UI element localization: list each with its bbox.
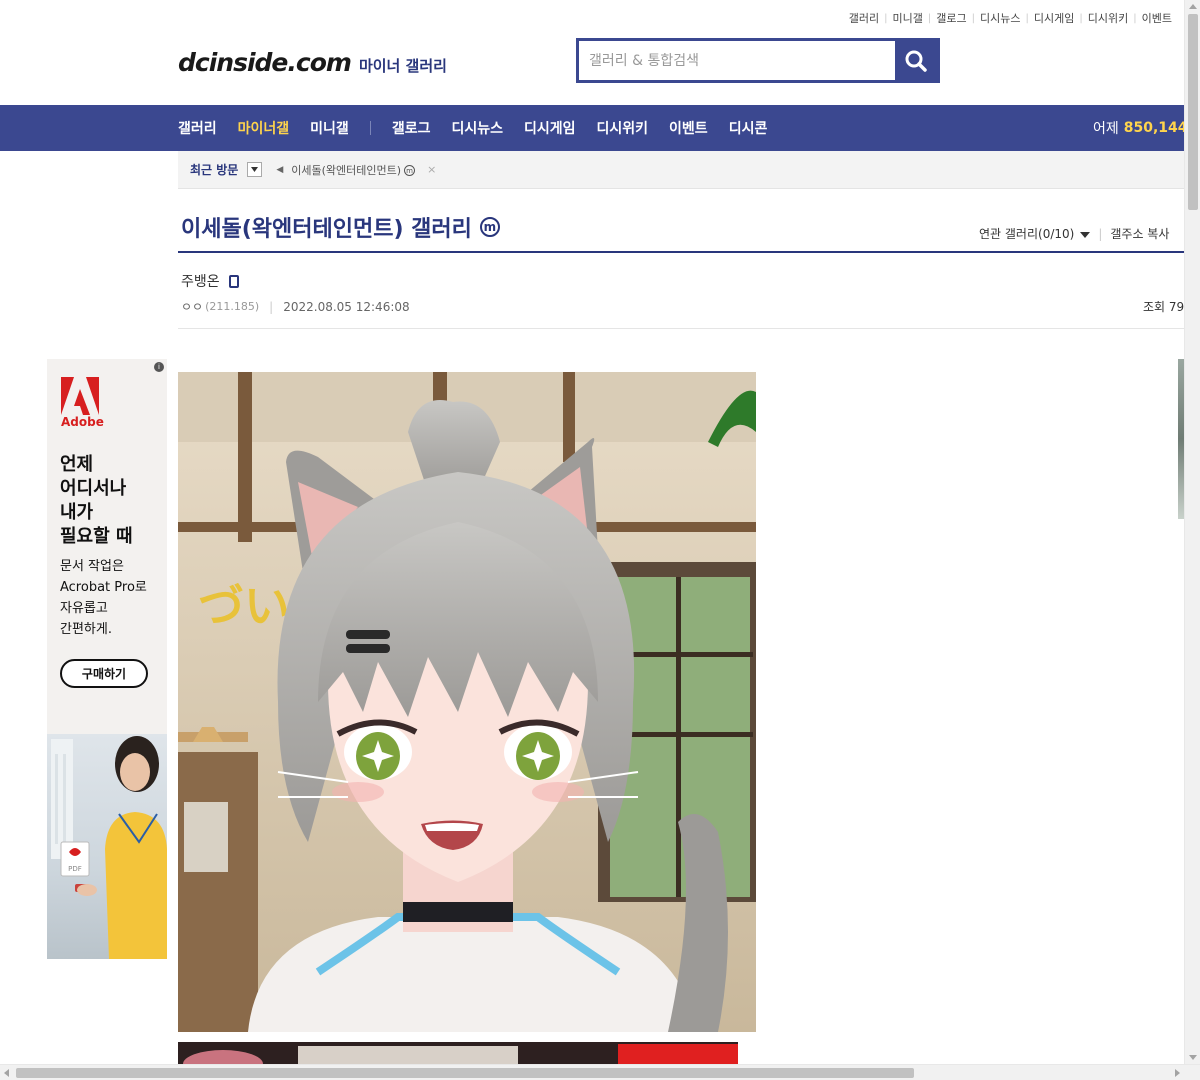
gallery-title-text[interactable]: 이세돌(왁엔터테인먼트) 갤러리	[181, 211, 472, 243]
nav-item-wiki[interactable]: 디시위키	[597, 118, 649, 138]
nav-item-dccon[interactable]: 디시콘	[729, 118, 768, 138]
site-logo[interactable]: dcinside.com 마이너 갤러리	[178, 48, 447, 77]
ad-pdf-label: PDF	[68, 865, 82, 873]
logo-subtitle[interactable]: 마이너 갤러리	[359, 55, 447, 76]
recent-visit-item-label: 이세돌(왁엔터테인먼트)	[291, 163, 402, 177]
scroll-right-arrow-icon[interactable]	[1175, 1069, 1180, 1077]
separator: |	[971, 12, 976, 24]
post-image-2-art	[178, 1042, 738, 1064]
gallery-title[interactable]: 이세돌(왁엔터테인먼트) 갤러리 m	[181, 211, 500, 243]
separator: |	[1133, 12, 1137, 24]
caret-down-icon	[251, 167, 259, 172]
nav-item-gallery[interactable]: 갤러리	[178, 118, 217, 138]
scroll-up-arrow-icon[interactable]	[1189, 4, 1197, 9]
nav-item-event[interactable]: 이벤트	[669, 118, 708, 138]
wall-text: づい	[198, 579, 290, 633]
horizontal-scroll-thumb[interactable]	[16, 1068, 914, 1078]
ad-photo: PDF	[47, 734, 167, 959]
top-link-wiki[interactable]: 디시위키	[1088, 10, 1128, 26]
nav-item-news[interactable]: 디시뉴스	[451, 118, 503, 138]
post-writer-ip: (211.185)	[205, 300, 260, 313]
search-box	[576, 38, 940, 83]
separator: |	[884, 12, 888, 24]
separator: |	[269, 299, 274, 314]
top-utility-links: 갤러리 | 미니갤 | 갤로그 | 디시뉴스 | 디시게임 | 디시위키 | 이벤트	[849, 10, 1172, 26]
post-header-divider	[178, 328, 1200, 329]
recent-visits-bar: 최근 방문 ◀ 이세돌(왁엔터테인먼트) m ×	[178, 151, 1200, 189]
horizontal-scrollbar[interactable]	[0, 1064, 1200, 1080]
top-link-minigal[interactable]: 미니갤	[893, 10, 923, 26]
related-galleries-label: 연관 갤러리(0/10)	[979, 227, 1075, 241]
scroll-left-arrow-icon[interactable]	[4, 1069, 9, 1077]
related-galleries-button[interactable]: 연관 갤러리(0/10)	[979, 225, 1091, 242]
post-date: 2022.08.05 12:46:08	[283, 299, 410, 314]
separator: |	[927, 12, 932, 24]
top-link-game[interactable]: 디시게임	[1034, 10, 1074, 26]
separator: |	[1025, 12, 1029, 24]
scroll-down-arrow-icon[interactable]	[1189, 1055, 1197, 1060]
nav-item-mini-gallery[interactable]: 미니갤	[310, 118, 349, 138]
ad-body-text: 문서 작업은 Acrobat Pro로 자유롭고 간편하게.	[60, 559, 147, 637]
ad-buy-button[interactable]: 구매하기	[60, 659, 148, 688]
nav-item-minor-gallery[interactable]: 마이너갤	[238, 118, 290, 138]
ad-brand: Adobe	[61, 415, 104, 429]
top-link-gallery[interactable]: 갤러리	[849, 10, 879, 26]
recent-visit-item[interactable]: 이세돌(왁엔터테인먼트) m	[291, 162, 416, 178]
separator: |	[1079, 12, 1083, 24]
post-meta: ㅇㅇ (211.185) | 2022.08.05 12:46:08	[181, 298, 410, 315]
top-link-gallog[interactable]: 갤로그	[936, 10, 966, 26]
nav-item-gallog[interactable]: 갤로그	[392, 118, 431, 138]
top-link-news[interactable]: 디시뉴스	[980, 10, 1020, 26]
prev-arrow-icon[interactable]: ◀	[276, 165, 283, 175]
vertical-scroll-thumb[interactable]	[1188, 14, 1198, 210]
post-title-text: 주뱅온	[181, 274, 220, 290]
search-input[interactable]	[579, 41, 895, 80]
search-button[interactable]	[895, 41, 937, 80]
title-divider	[178, 251, 1200, 253]
adobe-logo-icon	[61, 377, 99, 415]
search-icon	[905, 50, 927, 72]
gallery-options: 연관 갤러리(0/10) | 갤주소 복사	[979, 225, 1169, 242]
caret-down-icon	[1080, 232, 1091, 238]
minor-gallery-badge-icon: m	[404, 165, 416, 176]
nav-divider	[369, 121, 371, 135]
visit-counter: 어제 850,144	[1093, 105, 1188, 151]
recent-visits-label: 최근 방문	[190, 163, 239, 177]
top-link-event[interactable]: 이벤트	[1142, 10, 1172, 26]
post-views: 조회 79	[1143, 300, 1185, 314]
post-writer-nick[interactable]: ㅇㅇ	[181, 298, 203, 315]
copy-address-button[interactable]: 갤주소 복사	[1110, 225, 1169, 242]
ad-info-icon[interactable]: i	[154, 362, 164, 372]
post-image-2[interactable]	[178, 1042, 738, 1064]
vertical-scrollbar[interactable]	[1184, 0, 1200, 1064]
nav-item-game[interactable]: 디시게임	[524, 118, 576, 138]
recent-visit-close-icon[interactable]: ×	[427, 163, 436, 176]
visit-label: 어제	[1093, 121, 1119, 137]
recent-visits-dropdown[interactable]	[247, 162, 263, 177]
visit-count: 850,144	[1123, 120, 1188, 136]
adobe-ad-banner[interactable]: i Adobe 언제 어디서나 내가 필요할 때 문서 작업은 Acrobat …	[47, 359, 167, 959]
brand-wordmark[interactable]: dcinside.com	[178, 48, 352, 77]
separator: |	[1098, 226, 1103, 241]
mobile-icon	[228, 274, 239, 288]
post-image[interactable]: づい	[178, 372, 756, 1032]
post-title: 주뱅온	[181, 271, 239, 291]
vtuber-cat-girl-image: づい	[178, 372, 756, 1032]
ad-illustration: PDF	[51, 736, 167, 959]
ad-headline: 언제 어디서나 내가 필요할 때	[60, 454, 133, 547]
minor-gallery-badge-icon: m	[479, 217, 500, 237]
main-nav: 갤러리 마이너갤 미니갤 갤로그 디시뉴스 디시게임 디시위키 이벤트 디시콘 …	[0, 105, 1200, 151]
